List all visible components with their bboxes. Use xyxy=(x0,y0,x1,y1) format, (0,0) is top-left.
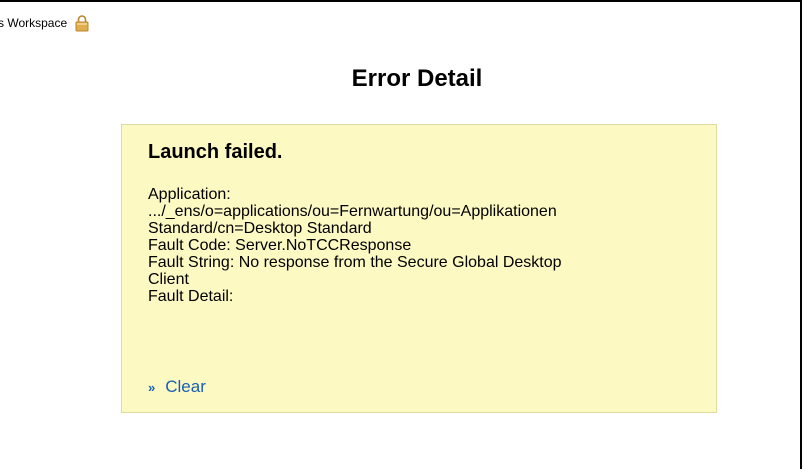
workspace-label: s Workspace xyxy=(0,16,68,30)
error-line-application-path-cont: Standard/cn=Desktop Standard xyxy=(148,220,372,237)
browser-content-frame: s Workspace Error Detail Launch failed. … xyxy=(0,0,802,469)
double-chevron-right-icon: » xyxy=(148,379,156,395)
error-details: Application: .../_ens/o=applications/ou=… xyxy=(148,186,704,305)
clear-label: Clear xyxy=(165,377,206,396)
page-title: Error Detail xyxy=(351,65,483,92)
error-line-application-path: .../_ens/o=applications/ou=Fernwartung/o… xyxy=(148,203,557,220)
error-detail-panel: Launch failed. Application: .../_ens/o=a… xyxy=(121,124,717,413)
workspace-header: s Workspace xyxy=(0,12,89,34)
clear-link[interactable]: » Clear xyxy=(148,377,206,397)
lock-icon xyxy=(75,14,89,32)
error-line-application-label: Application: xyxy=(148,186,231,203)
error-line-fault-detail: Fault Detail: xyxy=(148,288,234,305)
error-line-fault-string: Fault String: No response from the Secur… xyxy=(148,254,562,271)
error-line-fault-string-cont: Client xyxy=(148,271,189,288)
error-line-fault-code: Fault Code: Server.NoTCCResponse xyxy=(148,237,412,254)
error-heading: Launch failed. xyxy=(148,141,283,163)
